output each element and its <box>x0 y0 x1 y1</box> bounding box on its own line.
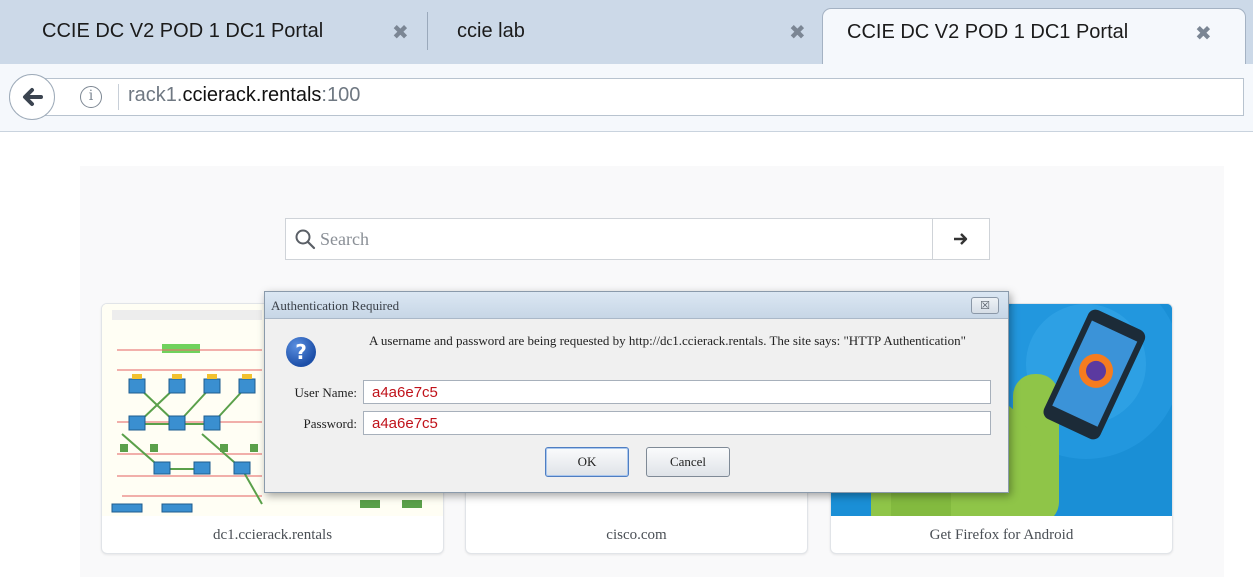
tab-ccie-dc-portal-1[interactable]: CCIE DC V2 POD 1 DC1 Portal ✖ <box>0 8 427 64</box>
url-divider <box>118 84 119 110</box>
username-value: a4a6e7c5 <box>372 384 438 401</box>
authentication-dialog: Authentication Required ☒ ? A username a… <box>264 291 1009 493</box>
dialog-titlebar: Authentication Required ☒ <box>265 292 1008 319</box>
arrow-left-icon <box>23 88 43 106</box>
url-subdomain: rack1. <box>128 84 183 106</box>
tab-close-icon[interactable]: ✖ <box>789 20 806 45</box>
arrow-right-icon <box>954 233 968 245</box>
info-icon[interactable]: i <box>80 86 102 108</box>
tile-label: Get Firefox for Android <box>929 527 1074 543</box>
search-box[interactable] <box>285 218 933 260</box>
url-port: :100 <box>321 84 361 106</box>
password-value: a4a6e7c5 <box>372 415 438 432</box>
username-field[interactable]: a4a6e7c5 <box>363 380 991 404</box>
search-icon <box>295 229 316 250</box>
tab-strip: CCIE DC V2 POD 1 DC1 Portal ✖ ccie lab ✖… <box>0 0 1253 64</box>
username-label: User Name: <box>294 385 357 400</box>
password-field[interactable]: a4a6e7c5 <box>363 411 991 435</box>
ok-button[interactable]: OK <box>545 447 629 477</box>
tab-ccie-lab[interactable]: ccie lab ✖ <box>427 8 822 64</box>
url-host: ccierack.rentals <box>182 84 322 106</box>
tab-label: CCIE DC V2 POD 1 DC1 Portal <box>847 21 1129 43</box>
tab-ccie-dc-portal-active[interactable]: CCIE DC V2 POD 1 DC1 Portal ✖ <box>822 8 1246 64</box>
dialog-close-icon[interactable]: ☒ <box>971 297 999 314</box>
dialog-message: A username and password are being reques… <box>369 333 966 348</box>
tile-label: dc1.ccierack.rentals <box>212 527 333 543</box>
search-go-button[interactable] <box>933 218 990 260</box>
tab-label: ccie lab <box>457 20 525 42</box>
back-button[interactable] <box>9 74 55 120</box>
tile-label: cisco.com <box>606 527 667 543</box>
dialog-title: Authentication Required <box>271 298 400 313</box>
navigation-toolbar: i rack1.ccierack.rentals:100 <box>0 64 1253 132</box>
password-label: Password: <box>303 416 357 431</box>
tab-label: CCIE DC V2 POD 1 DC1 Portal <box>42 20 324 42</box>
url-text[interactable]: rack1.ccierack.rentals:100 <box>128 84 360 107</box>
search-input[interactable] <box>320 225 920 253</box>
tab-close-icon[interactable]: ✖ <box>1195 21 1212 46</box>
question-icon: ? <box>286 337 316 367</box>
cancel-button[interactable]: Cancel <box>646 447 730 477</box>
tab-close-icon[interactable]: ✖ <box>392 20 409 45</box>
